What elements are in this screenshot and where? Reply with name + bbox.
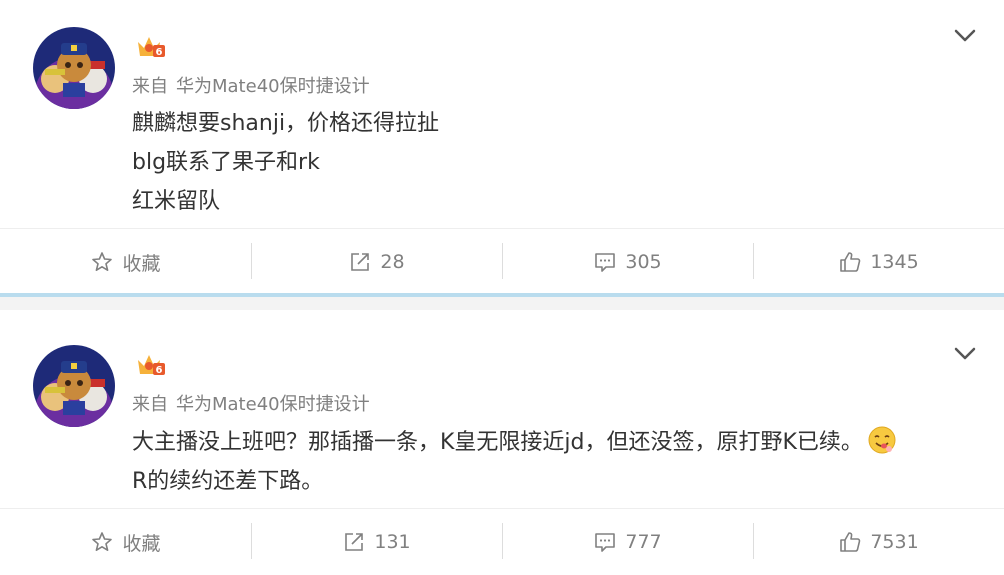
repost-count: 28 bbox=[380, 251, 405, 273]
source-prefix: 来自 bbox=[132, 76, 168, 97]
comment-icon bbox=[595, 533, 616, 552]
post-card: 6 来自 华为Mate40保时捷设计 大主播没上班吧？那插播一条，K皇无限接近jd… bbox=[0, 310, 1004, 568]
vip-crown-badge-icon: 6 bbox=[136, 34, 166, 60]
content-line: 大主播没上班吧？那插播一条，K皇无限接近jd，但还没签，原打野K已续。 bbox=[132, 423, 897, 462]
favorite-label: 收藏 bbox=[122, 252, 161, 275]
comment-count: 305 bbox=[625, 251, 662, 273]
repost-count: 131 bbox=[374, 531, 411, 553]
content-line: R的续约还差下路。 bbox=[132, 469, 324, 494]
like-count: 1345 bbox=[870, 251, 919, 273]
svg-text:6: 6 bbox=[156, 47, 163, 58]
star-icon bbox=[92, 532, 113, 551]
content-text: 大主播没上班吧？那插播一条，K皇无限接近jd，但还没签，原打野K已续。 bbox=[132, 430, 863, 455]
source-prefix: 来自 bbox=[132, 394, 168, 415]
repost-icon bbox=[345, 533, 364, 551]
content-line: 麒麟想要shanji，价格还得拉扯 bbox=[132, 111, 440, 136]
repost-button[interactable]: 131 bbox=[251, 509, 502, 575]
like-button[interactable]: 1345 bbox=[753, 229, 1004, 295]
avatar[interactable] bbox=[33, 27, 115, 109]
post-card: 6 来自 华为Mate40保时捷设计 麒麟想要shanji，价格还得拉扯 blg联… bbox=[0, 0, 1004, 293]
avatar[interactable] bbox=[33, 345, 115, 427]
like-count: 7531 bbox=[870, 531, 919, 553]
action-bar: 收藏 28 305 1345 bbox=[0, 228, 1004, 295]
source-device[interactable]: 华为Mate40保时捷设计 bbox=[176, 394, 370, 415]
content-line: blg联系了果子和rk bbox=[132, 150, 320, 175]
star-icon bbox=[92, 252, 113, 271]
comment-count: 777 bbox=[625, 531, 662, 553]
source-device[interactable]: 华为Mate40保时捷设计 bbox=[176, 76, 370, 97]
repost-button[interactable]: 28 bbox=[251, 229, 502, 295]
action-bar: 收藏 131 777 7531 bbox=[0, 508, 1004, 575]
comment-icon bbox=[595, 253, 616, 272]
chevron-down-icon[interactable] bbox=[950, 343, 980, 365]
content-line: 红米留队 bbox=[132, 189, 221, 214]
like-button[interactable]: 7531 bbox=[753, 509, 1004, 575]
post-source: 来自 华为Mate40保时捷设计 bbox=[132, 72, 370, 98]
like-icon bbox=[840, 252, 861, 272]
repost-icon bbox=[351, 253, 370, 271]
vip-crown-badge-icon: 6 bbox=[136, 352, 166, 378]
favorite-label: 收藏 bbox=[122, 532, 161, 555]
favorite-button[interactable]: 收藏 bbox=[0, 509, 251, 575]
yum-emoji-icon bbox=[867, 425, 897, 455]
svg-text:6: 6 bbox=[156, 365, 163, 376]
post-content: 麒麟想要shanji，价格还得拉扯 blg联系了果子和rk 红米留队 bbox=[132, 104, 439, 221]
comment-button[interactable]: 777 bbox=[502, 509, 753, 575]
chevron-down-icon[interactable] bbox=[950, 25, 980, 47]
post-separator bbox=[0, 293, 1004, 310]
post-content: 大主播没上班吧？那插播一条，K皇无限接近jd，但还没签，原打野K已续。 R的续约… bbox=[132, 423, 897, 501]
comment-button[interactable]: 305 bbox=[502, 229, 753, 295]
like-icon bbox=[840, 532, 861, 552]
favorite-button[interactable]: 收藏 bbox=[0, 229, 251, 295]
post-source: 来自 华为Mate40保时捷设计 bbox=[132, 390, 370, 416]
